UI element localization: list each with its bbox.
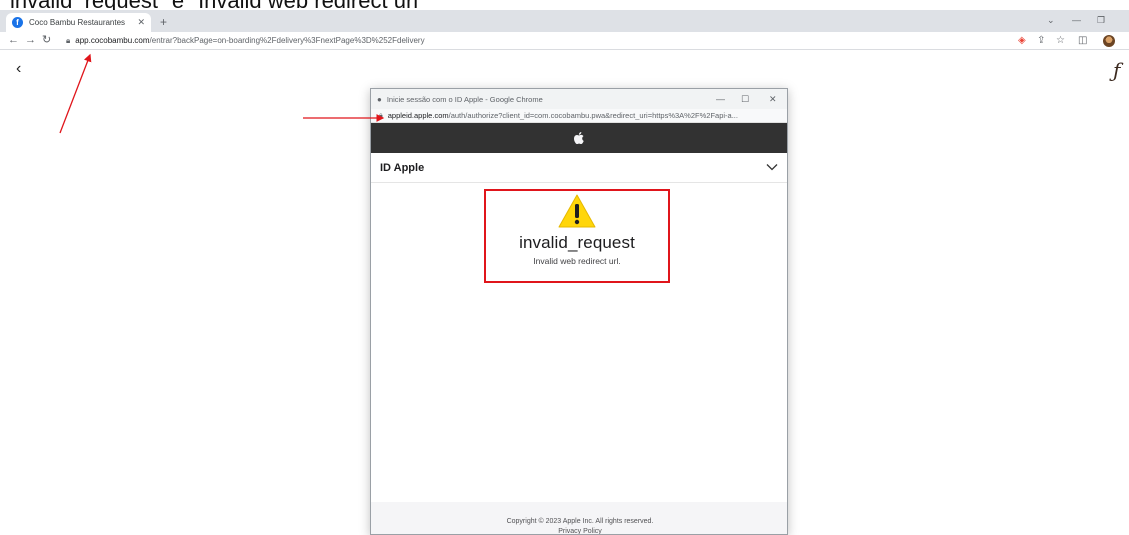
error-title: invalid_request (519, 233, 635, 252)
popup-titlebar: ● Inicie sessão com o ID Apple - Google … (371, 89, 787, 109)
profile-avatar[interactable] (1103, 35, 1115, 47)
apple-header-bar (371, 123, 787, 153)
error-description: Invalid web redirect url. (533, 256, 621, 266)
browser-tab[interactable]: f Coco Bambu Restaurantes ✕ (6, 13, 151, 32)
popup-close-button[interactable]: ✕ (769, 94, 777, 104)
tab-close-icon[interactable]: ✕ (137, 17, 145, 28)
sidepanel-icon[interactable]: ◫ (1078, 34, 1087, 47)
popup-footer: Copyright © 2023 Apple Inc. All rights r… (371, 502, 787, 534)
popup-title: Inicie sessão com o ID Apple - Google Ch… (386, 94, 543, 104)
lock-icon: 🔒︎ (66, 35, 71, 45)
tab-search-chevron-icon[interactable]: ⌄ (1047, 15, 1055, 26)
popup-minimize-button[interactable]: — (716, 94, 725, 104)
window-minimize-button[interactable]: — (1072, 15, 1081, 25)
apple-logo-icon (574, 132, 584, 144)
browser-toolbar: ← → ↻ 🔒︎ app.cocobambu.com/entrar?backPa… (0, 32, 1129, 50)
warning-icon (558, 194, 596, 228)
copyright-text: Copyright © 2023 Apple Inc. All rights r… (506, 518, 654, 525)
browser-tab-strip: f Coco Bambu Restaurantes ✕ + ⌄ — ❐ (0, 10, 1129, 32)
error-highlight-box: invalid_request Invalid web redirect url… (484, 189, 670, 283)
url-host: app.cocobambu.com (75, 36, 150, 45)
star-icon[interactable]: ☆ (1056, 34, 1065, 47)
popup-url-host: appleid.apple.com (387, 111, 449, 120)
arrow-to-address-bar (59, 53, 92, 134)
popup-address-bar[interactable]: 🔒︎ appleid.apple.com/auth/authorize?clie… (371, 109, 787, 123)
new-tab-button[interactable]: + (160, 16, 167, 28)
address-url: app.cocobambu.com/entrar?backPage=on-boa… (75, 36, 424, 45)
popup-url: appleid.apple.com/auth/authorize?client_… (388, 111, 738, 120)
apple-id-title: ID Apple (380, 161, 425, 174)
popup-lock-icon: 🔒︎ (379, 111, 383, 119)
url-path: /entrar?backPage=on-boarding%2Fdelivery%… (149, 36, 425, 45)
apple-logo-small-icon: ● (377, 94, 382, 104)
window-restore-button[interactable]: ❐ (1097, 15, 1105, 26)
google-lens-icon[interactable]: ◈ (1018, 34, 1026, 47)
forward-arrow-icon[interactable]: → (25, 34, 36, 47)
popup-url-path: /auth/authorize?client_id=com.cocobambu.… (448, 111, 738, 120)
reload-icon[interactable]: ↻ (42, 34, 51, 47)
tab-title: Coco Bambu Restaurantes (29, 18, 126, 27)
coco-bambu-logo-icon: ƒ (1113, 58, 1121, 82)
privacy-policy-link[interactable]: Privacy Policy (558, 528, 602, 534)
apple-signin-popup: ● Inicie sessão com o ID Apple - Google … (370, 88, 788, 535)
back-arrow-icon[interactable]: ← (8, 34, 19, 47)
share-icon[interactable]: ⇪ (1037, 34, 1045, 47)
address-bar[interactable]: 🔒︎ app.cocobambu.com/entrar?backPage=on-… (66, 33, 1006, 48)
apple-id-header: ID Apple (371, 153, 787, 183)
coco-bambu-favicon-icon: f (12, 17, 23, 28)
chevron-down-icon[interactable] (766, 162, 778, 174)
page-back-chevron-icon[interactable]: ‹ (16, 60, 21, 78)
popup-maximize-button[interactable]: ☐ (741, 94, 749, 104)
